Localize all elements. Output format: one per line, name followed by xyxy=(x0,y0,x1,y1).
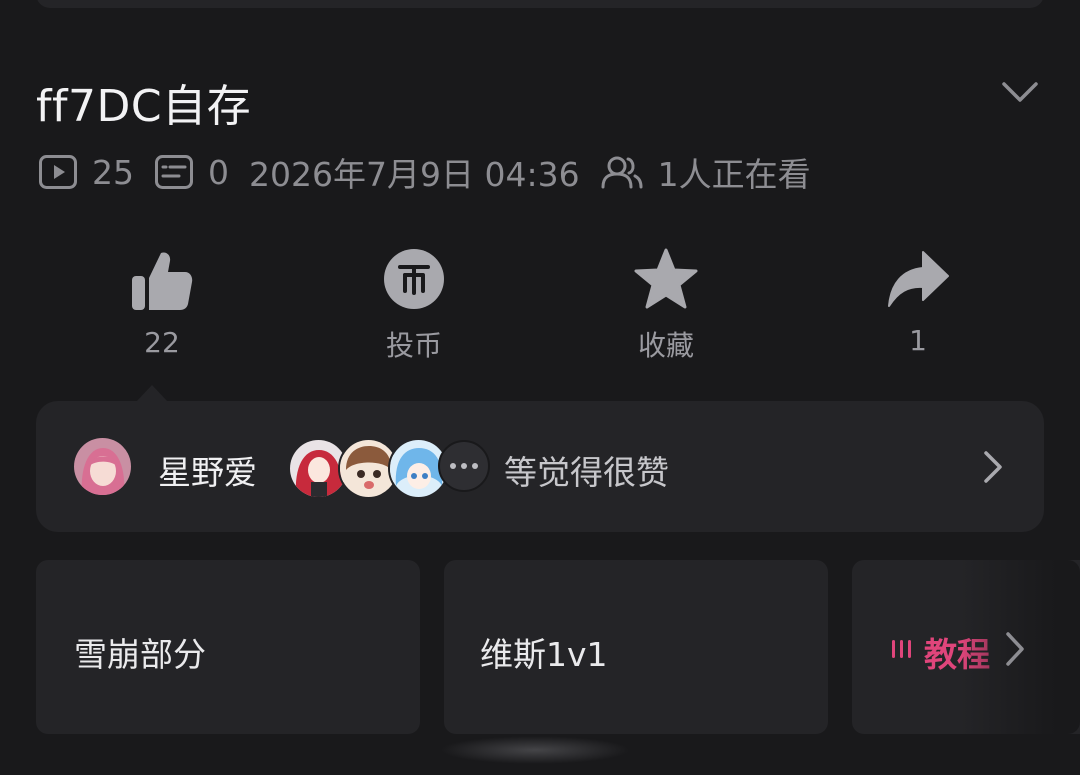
share-button[interactable]: 1 xyxy=(838,248,998,357)
episode-tile[interactable]: 雪崩部分 xyxy=(36,560,420,734)
bottom-overlay xyxy=(440,736,630,764)
coin-label: 投币 xyxy=(385,329,442,362)
coin-button[interactable]: 投币 xyxy=(334,248,494,364)
danmaku-count: 0 xyxy=(208,152,229,192)
previous-card-edge xyxy=(36,0,1044,8)
episode-label: 维斯1v1 xyxy=(480,635,608,674)
liker-card-pointer xyxy=(136,385,168,402)
coin-icon xyxy=(334,248,494,310)
episode-tile-active[interactable]: 教程 xyxy=(852,560,1080,734)
avatar[interactable] xyxy=(74,438,131,495)
star-icon xyxy=(586,248,746,310)
liker-suffix: 等觉得很赞 xyxy=(504,453,669,492)
play-icon xyxy=(38,154,78,190)
like-count: 22 xyxy=(144,326,180,359)
watching-icon xyxy=(600,154,644,190)
chevron-right-icon[interactable] xyxy=(978,450,1008,488)
favorite-label: 收藏 xyxy=(637,329,694,362)
episode-tile[interactable]: 维斯1v1 xyxy=(444,560,828,734)
playing-bars-icon xyxy=(890,636,914,664)
share-icon xyxy=(838,248,998,310)
publish-date: 2026年7月9日 04:36 xyxy=(249,155,580,194)
view-count: 25 xyxy=(92,152,134,192)
like-button[interactable]: 22 xyxy=(82,248,242,359)
video-meta: 25 0 2026年7月9日 04:36 1人正在看 xyxy=(38,150,811,194)
watching-count: 1人正在看 xyxy=(657,155,811,194)
more-likers-icon[interactable] xyxy=(438,440,490,492)
favorite-button[interactable]: 收藏 xyxy=(586,248,746,364)
liker-name[interactable]: 星野爱 xyxy=(158,446,257,494)
video-title: ff7DC自存 xyxy=(36,81,252,132)
share-count: 1 xyxy=(909,324,927,357)
episode-label: 雪崩部分 xyxy=(74,635,206,674)
chevron-down-icon[interactable] xyxy=(1000,78,1040,108)
danmaku-icon xyxy=(154,154,194,190)
thumbs-up-icon xyxy=(82,248,242,312)
chevron-right-icon[interactable] xyxy=(1002,630,1028,672)
